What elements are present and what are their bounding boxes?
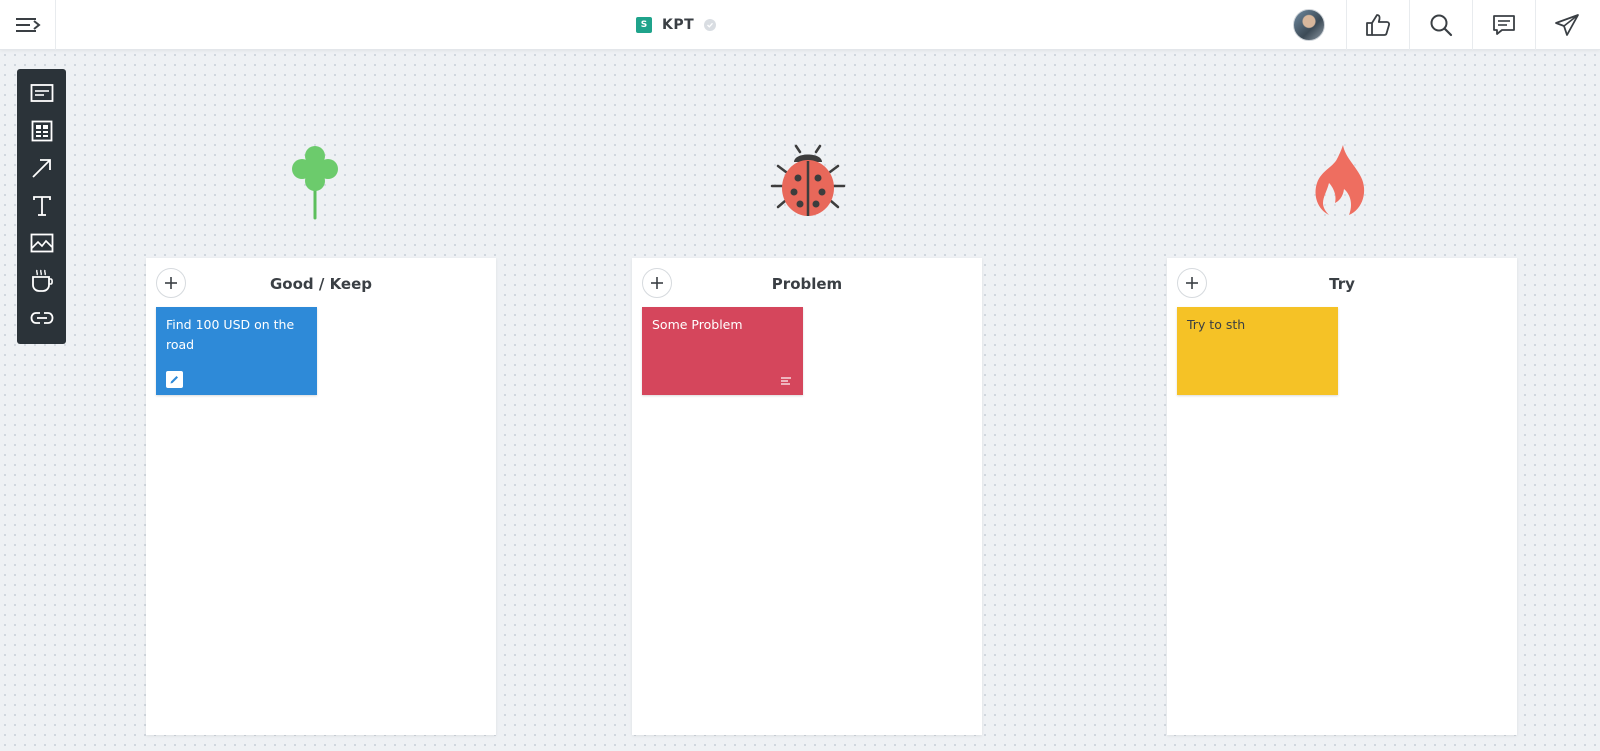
verified-icon xyxy=(704,19,717,31)
ladybug-icon xyxy=(770,144,846,216)
card-tool-icon xyxy=(30,84,53,102)
add-text-tool[interactable] xyxy=(29,193,55,219)
sticky-card[interactable]: Try to sth xyxy=(1177,307,1338,395)
search-button[interactable] xyxy=(1409,0,1472,50)
board-name: KPT xyxy=(662,17,695,33)
note-lines-icon xyxy=(781,377,791,385)
comments-button[interactable] xyxy=(1472,0,1535,50)
card-text: Find 100 USD on the road xyxy=(166,317,295,352)
card-text: Try to sth xyxy=(1187,317,1246,332)
board-badge: S xyxy=(636,17,652,33)
board-title[interactable]: S KPT xyxy=(636,15,717,35)
comment-icon xyxy=(1493,15,1515,35)
share-button[interactable] xyxy=(1535,0,1598,50)
add-template-tool[interactable] xyxy=(29,118,55,144)
image-tool-icon xyxy=(30,233,53,253)
add-coffee-tool[interactable] xyxy=(29,268,55,294)
clover-icon xyxy=(292,146,338,220)
column-try: Try Try to sth xyxy=(1167,258,1517,735)
search-icon xyxy=(1430,14,1453,37)
link-tool-icon xyxy=(30,312,53,324)
column-title: Problem xyxy=(771,275,843,293)
cup-tool-icon xyxy=(31,269,53,292)
column-problem: Problem Some Problem xyxy=(632,258,982,735)
text-tool-icon xyxy=(32,195,51,216)
sticky-card[interactable]: Some Problem xyxy=(642,307,803,395)
edit-icon[interactable] xyxy=(166,371,183,388)
add-image-tool[interactable] xyxy=(29,230,55,256)
thumbs-up-icon xyxy=(1366,14,1391,36)
flame-icon xyxy=(1315,145,1365,215)
sticky-card[interactable]: Find 100 USD on the road xyxy=(156,307,317,395)
tools-panel xyxy=(17,69,66,344)
menu-toggle-button[interactable] xyxy=(0,0,56,50)
top-bar: S KPT xyxy=(0,0,1600,50)
user-avatar[interactable] xyxy=(1293,9,1325,41)
paper-plane-icon xyxy=(1555,14,1579,36)
add-arrow-tool[interactable] xyxy=(29,155,55,181)
add-link-tool[interactable] xyxy=(29,305,55,331)
add-card-tool[interactable] xyxy=(29,80,55,106)
template-tool-icon xyxy=(31,120,52,141)
column-good-keep: Good / Keep Find 100 USD on the road xyxy=(146,258,496,735)
arrow-tool-icon xyxy=(31,159,51,178)
card-text: Some Problem xyxy=(652,317,743,332)
column-title: Good / Keep xyxy=(269,275,373,293)
menu-icon xyxy=(15,18,41,32)
column-title: Try xyxy=(1329,275,1355,293)
like-button[interactable] xyxy=(1346,0,1409,50)
